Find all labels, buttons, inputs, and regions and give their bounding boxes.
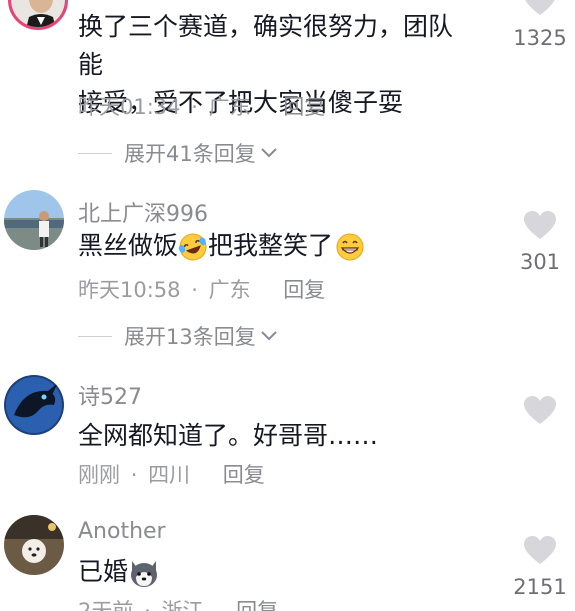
comment-text: 全网都知道了。好哥哥…… [78,421,379,450]
comment-meta: 昨天10:58 · 广东 回复 [78,274,325,304]
comment-meta: 刚刚 · 四川 回复 [78,459,265,489]
comment-meta: 昨天01:34 · 广东 回复 [78,91,325,121]
grin-emoji [336,233,364,261]
avatar-image [4,515,64,575]
heart-icon [524,536,556,564]
like-count: 2151 [513,575,567,599]
reply-button[interactable]: 回复 [283,91,325,121]
chevron-down-icon [261,331,277,341]
like-count: 301 [519,250,561,274]
laughing-tears-emoji [178,233,207,261]
comment-meta: 2天前 · 浙江 回复 [78,595,278,611]
comment-text: 已婚 [78,553,458,591]
comment-time: 昨天01:34 [78,95,181,119]
comment-text-line-1: 换了三个赛道，确实很努力，团队能 [78,12,454,79]
meta-separator: · [144,599,151,611]
heart-icon [525,0,555,15]
like-button[interactable]: 301 [510,210,570,274]
comment-time: 刚刚 [78,463,120,487]
avatar[interactable] [4,190,64,250]
like-button[interactable] [510,395,570,431]
husky-emoji [131,561,158,587]
comment-username[interactable]: 北上广深996 [78,196,208,228]
heart-icon [524,396,556,424]
expand-replies-label: 展开41条回复 [124,142,256,166]
like-button[interactable]: 2151 [510,535,570,599]
avatar-image [4,375,64,435]
chevron-down-icon [261,148,277,158]
expand-replies-button[interactable]: 展开41条回复 [78,138,278,168]
avatar[interactable] [8,0,68,30]
comment-time: 昨天10:58 [78,278,181,302]
comment-location: 广东 [208,278,251,302]
expand-replies-label: 展开13条回复 [124,325,256,349]
reply-button[interactable]: 回复 [283,274,325,304]
comment-text: 黑丝做饭 把我整笑了 [78,227,458,265]
meta-separator: · [191,278,198,302]
meta-separator: · [191,95,198,119]
comment-location: 浙江 [161,599,204,611]
comment-location: 广东 [208,95,251,119]
avatar-image [4,190,64,250]
comment-text-part: 把我整笑了 [208,231,334,260]
comment-location: 四川 [148,463,191,487]
meta-separator: · [130,463,138,487]
comment-time: 2天前 [78,599,134,611]
reply-button[interactable]: 回复 [236,595,278,611]
expand-replies-button[interactable]: 展开13条回复 [78,321,278,351]
avatar-image [11,0,65,27]
divider [78,335,112,337]
like-count: 1325 [513,26,567,50]
avatar[interactable] [4,375,64,435]
like-button[interactable]: 1325 [510,0,570,50]
comment-text-part: 黑丝做饭 [78,231,179,260]
comment-text-part: 已婚 [78,557,129,586]
heart-icon [524,211,556,239]
comment-username[interactable]: 诗527 [78,379,142,411]
comment-username[interactable]: Another [78,519,166,544]
divider [78,152,112,154]
reply-button[interactable]: 回复 [223,459,265,489]
avatar[interactable] [4,515,64,575]
